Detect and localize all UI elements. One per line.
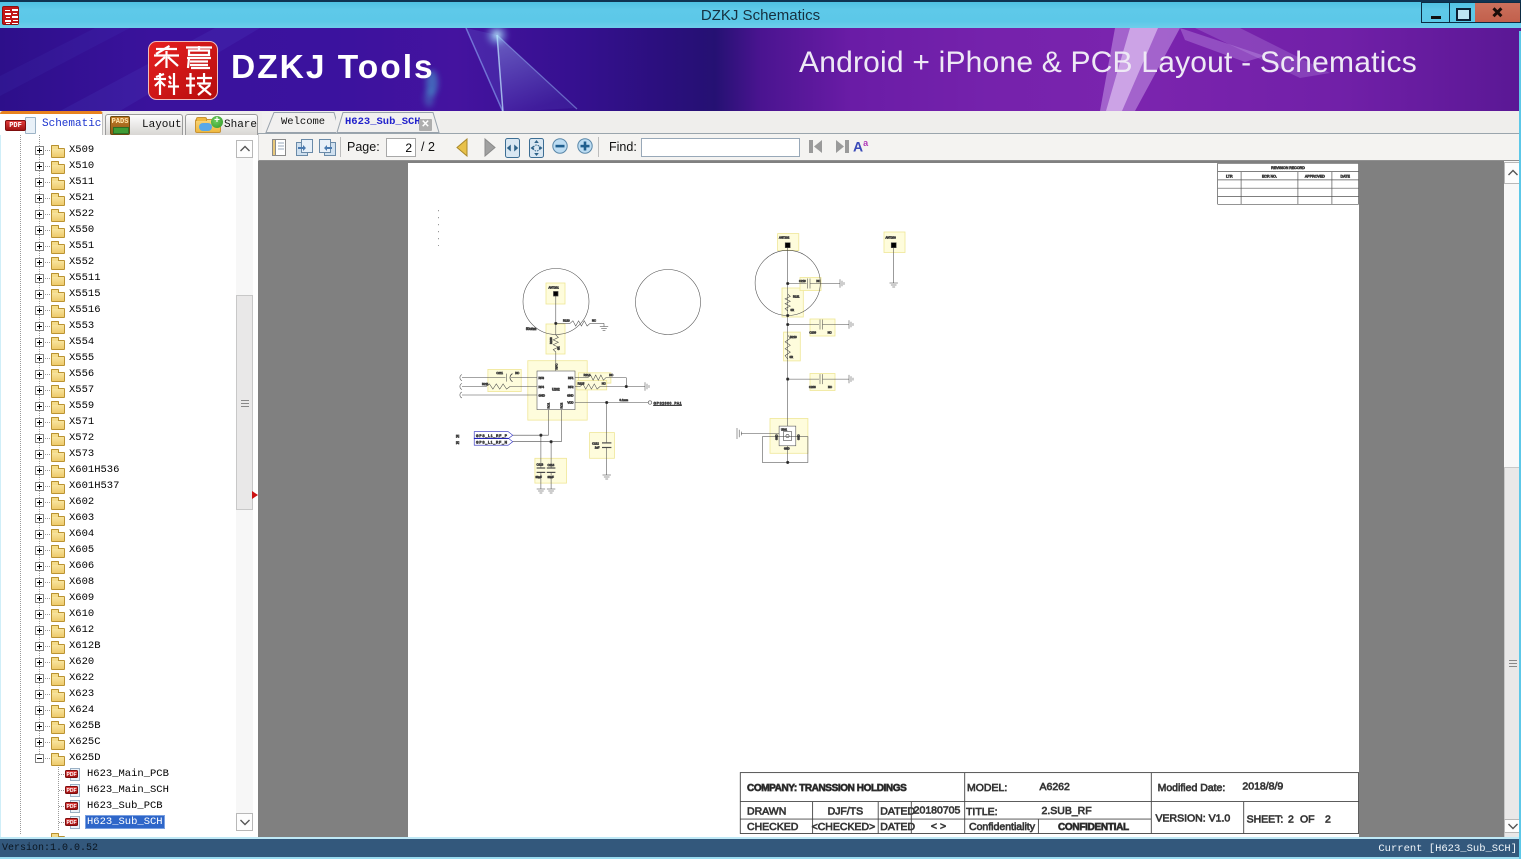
svg-text:C213: C213 [537,462,544,466]
svg-text:SHEET:: SHEET: [1247,814,1284,826]
svg-text:R214: R214 [584,373,591,377]
svg-text:C219: C219 [799,279,806,283]
svg-text:TITLE:: TITLE: [966,806,998,818]
svg-text:0R: 0R [790,355,794,359]
svg-text:DRAWN: DRAWN [747,806,786,818]
svg-text:NC: NC [609,373,613,377]
svg-text:ANT201: ANT201 [549,286,560,290]
svg-text:GND: GND [539,393,545,397]
svg-text:RF2: RF2 [568,385,574,389]
svg-text:VERSION: V1.0: VERSION: V1.0 [1156,813,1231,825]
svg-text:NC: NC [602,382,606,386]
svg-text:ANT203: ANT203 [886,235,897,239]
svg-text:<CHECKED>: <CHECKED> [812,821,876,833]
svg-text:MODEL:: MODEL: [967,782,1007,794]
svg-text:NC: NC [828,331,832,335]
svg-text:C214: C214 [548,463,555,467]
svg-text:2: 2 [1288,814,1294,826]
svg-text:ECR NO.: ECR NO. [1262,174,1277,178]
svg-text:[1]: [1] [456,434,459,438]
svg-text:GND: GND [798,434,801,440]
svg-text:R213: R213 [563,319,570,323]
svg-text:[1]: [1] [456,441,459,445]
svg-text:R215: R215 [578,382,585,386]
svg-text:COMPANY: TRANSSION HOLDINGS: COMPANY: TRANSSION HOLDINGS [747,783,907,794]
svg-text:C209: C209 [809,331,816,335]
svg-text:DJF/TS: DJF/TS [828,806,864,818]
svg-text:C211: C211 [496,371,503,375]
svg-text:GPS_L1_RF_N: GPS_L1_RF_N [476,441,508,445]
svg-text:ANT202: ANT202 [779,235,790,239]
svg-text:APPROVED: APPROVED [1305,174,1325,178]
svg-text:NC: NC [816,279,820,283]
svg-text:CHECKED: CHECKED [747,821,799,833]
svg-text:1uF: 1uF [595,446,600,450]
svg-text:NC: NC [828,385,832,389]
svg-text:RC2: RC2 [560,402,564,408]
svg-text:C208: C208 [809,385,816,389]
svg-text:RF3: RF3 [539,376,545,380]
svg-text:A6262: A6262 [1040,781,1071,793]
svg-text:20180705: 20180705 [914,805,961,817]
svg-text:U202: U202 [552,388,560,392]
svg-text:50ohm: 50ohm [526,327,537,331]
svg-text:DATED: DATED [880,806,915,818]
svg-text:R211: R211 [793,295,800,299]
svg-text:GPS2600_PA1: GPS2600_PA1 [654,401,682,405]
svg-text:0R: 0R [557,346,561,350]
svg-text:Confidentiality: Confidentiality [969,821,1036,833]
svg-text:R208: R208 [549,337,553,344]
svg-text:NC: NC [592,319,596,323]
svg-text:RF4: RF4 [539,385,545,389]
svg-text:RC1: RC1 [547,402,551,408]
svg-text:33pF: 33pF [548,475,555,479]
svg-text:RF1: RF1 [568,376,574,380]
svg-text:GND: GND [784,448,790,451]
svg-text:CONFIDENTIAL: CONFIDENTIAL [1058,822,1129,833]
svg-text:GND: GND [776,434,779,440]
svg-text:33pF: 33pF [536,475,543,479]
svg-text:LTR: LTR [1226,174,1233,178]
svg-text:2: 2 [1325,814,1331,826]
svg-text:R210: R210 [790,335,797,339]
svg-text:VDD: VDD [567,401,573,405]
svg-text:0.1mm: 0.1mm [620,398,629,402]
svg-text:DATED: DATED [880,821,915,833]
svg-text:GND: GND [567,393,573,397]
svg-text:< >: < > [931,821,946,833]
svg-text:REVISION RECORD: REVISION RECORD [1271,166,1305,170]
svg-text:DATE: DATE [1341,174,1351,178]
svg-text:RFC: RFC [555,364,559,370]
svg-text:R211: R211 [482,382,489,386]
svg-text:GPS_L1_RF_P: GPS_L1_RF_P [476,434,508,438]
svg-text:OF: OF [1300,814,1315,826]
svg-text:0R: 0R [791,308,795,312]
svg-text:2.SUB_RF: 2.SUB_RF [1042,805,1092,817]
svg-text:2018/8/9: 2018/8/9 [1242,781,1283,793]
svg-text:U101: U101 [781,429,788,432]
svg-text:Modified Date:: Modified Date: [1158,782,1226,794]
svg-text:NC: NC [515,371,519,375]
